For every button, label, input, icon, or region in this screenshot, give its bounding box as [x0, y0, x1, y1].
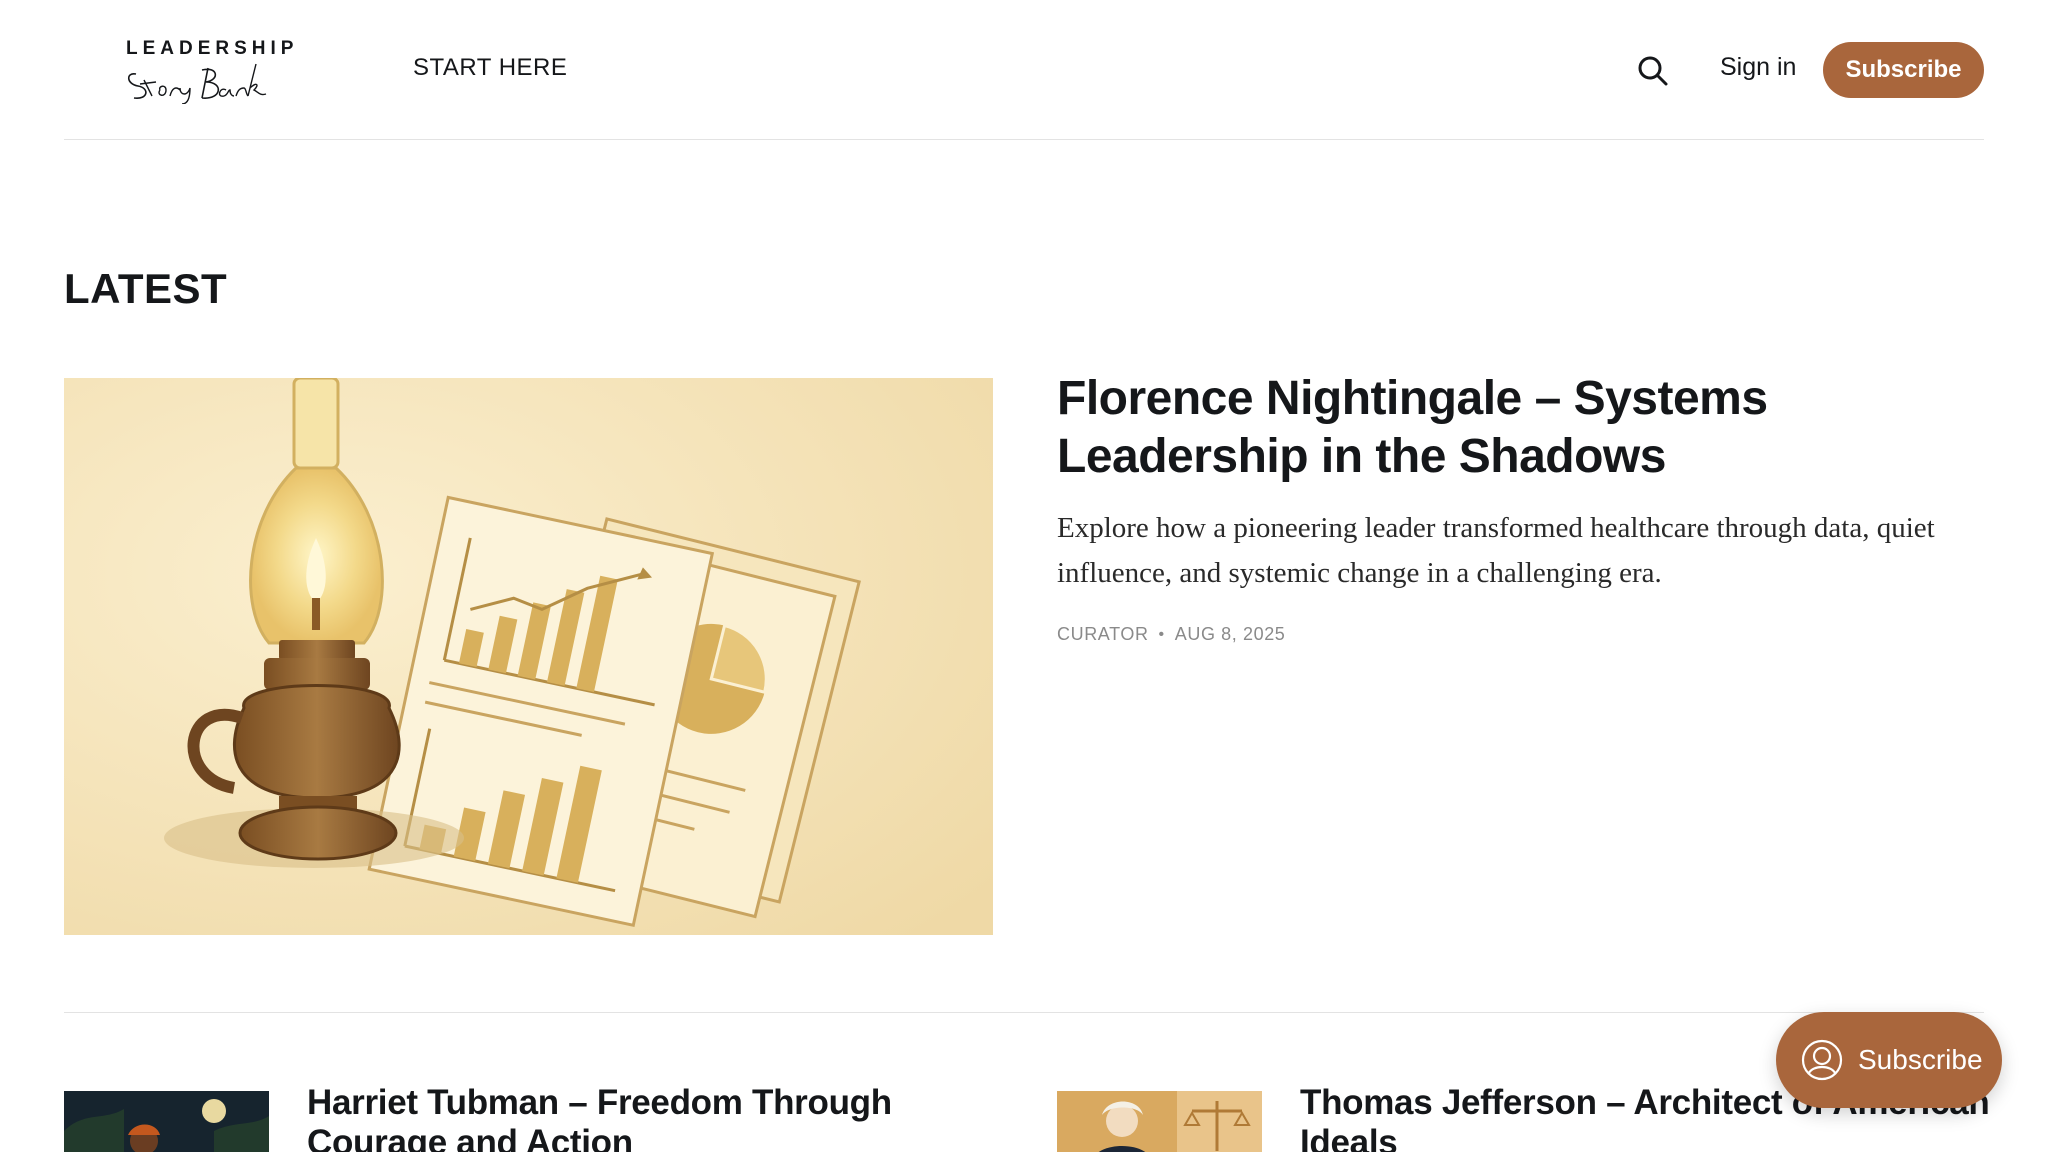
card-title[interactable]: Harriet Tubman – Freedom Through Courage…: [307, 1083, 1007, 1152]
author-name[interactable]: CURATOR: [1057, 624, 1149, 645]
feature-title[interactable]: Florence Nightingale – Systems Leadershi…: [1057, 370, 1987, 486]
feature-meta: CURATOR • AUG 8, 2025: [1057, 624, 1285, 645]
portal-subscribe-label: Subscribe: [1858, 1044, 1983, 1075]
logo-wordmark: LEADERSHIP: [126, 38, 299, 59]
publish-date: AUG 8, 2025: [1174, 624, 1286, 644]
subscribe-button[interactable]: Subscribe: [1823, 42, 1984, 98]
site-logo[interactable]: LEADERSHIP: [122, 34, 293, 104]
card-thumbnail[interactable]: [1057, 1091, 1262, 1152]
user-circle-icon: [1801, 1039, 1843, 1081]
search-icon[interactable]: [1635, 53, 1671, 89]
site-header: LEADERSHIP START HERE Sign in Subscribe: [64, 0, 1984, 140]
card-thumbnail[interactable]: [64, 1091, 269, 1152]
section-divider: [64, 1012, 1984, 1013]
logo-script-image: [127, 63, 267, 104]
portal-subscribe-button[interactable]: Subscribe: [1776, 1012, 2002, 1108]
meta-separator: •: [1158, 625, 1165, 643]
feature-excerpt: Explore how a pioneering leader transfor…: [1057, 512, 1935, 589]
sign-in-link[interactable]: Sign in: [1720, 53, 1796, 82]
nav-start-here[interactable]: START HERE: [413, 54, 567, 82]
section-title: LATEST: [64, 265, 228, 312]
feature-image[interactable]: [64, 378, 993, 935]
